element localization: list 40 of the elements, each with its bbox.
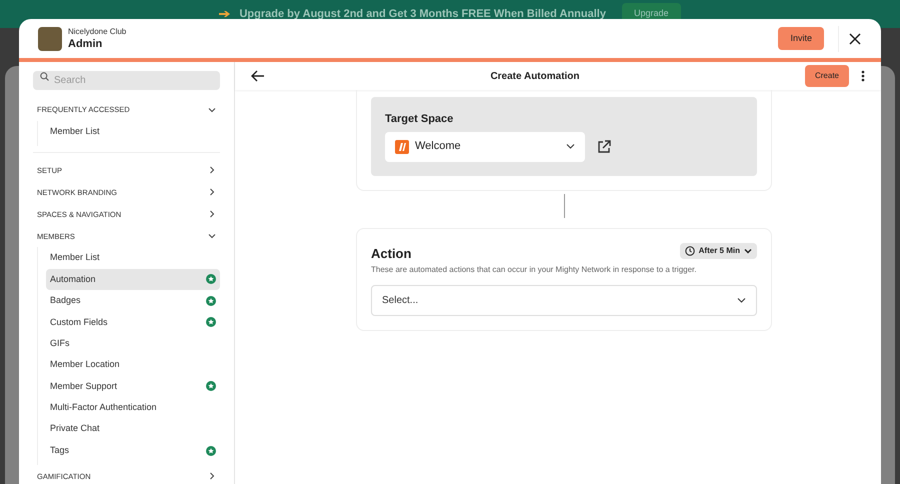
- search-field[interactable]: Search: [33, 71, 220, 90]
- chevron-down-icon: [208, 232, 216, 240]
- sidebar-item[interactable]: Multi-Factor Authentication: [46, 397, 220, 419]
- sidebar-item[interactable]: Tags: [46, 440, 220, 462]
- sidebar-item[interactable]: Member Location: [46, 354, 220, 376]
- space-select[interactable]: Welcome: [385, 132, 585, 162]
- chevron-down-icon: [208, 106, 216, 114]
- chevron-down-icon: [737, 298, 746, 303]
- banner-text: Upgrade by August 2nd and Get 3 Months FREE When Billed Annually: [239, 6, 606, 22]
- delay-dropdown[interactable]: After 5 Min: [680, 243, 757, 260]
- sidebar-item[interactable]: Custom Fields: [46, 312, 220, 333]
- action-select[interactable]: Select...: [371, 285, 757, 316]
- field-label: Target Space: [385, 112, 454, 127]
- chevron-down-icon: [566, 144, 575, 149]
- community-name: Nicelydone Club: [68, 26, 126, 36]
- clock-icon: [684, 246, 695, 256]
- external-link-icon[interactable]: [597, 140, 611, 154]
- space-logo-icon: [395, 140, 409, 154]
- chevron-right-icon: [208, 166, 216, 174]
- chevron-right-icon: [208, 210, 216, 218]
- page-title: Create Automation: [489, 70, 581, 84]
- close-icon[interactable]: [849, 32, 861, 44]
- invite-button[interactable]: Invite: [778, 26, 824, 50]
- modal-title: Admin: [68, 36, 104, 50]
- chevron-right-icon: [208, 188, 216, 196]
- sidebar-item[interactable]: Automation: [46, 268, 220, 290]
- sidebar-item[interactable]: Member Support: [46, 376, 220, 398]
- back-arrow-icon[interactable]: [251, 70, 265, 82]
- community-logo: [38, 26, 62, 50]
- sidebar-item[interactable]: GIFs: [46, 332, 220, 354]
- more-options-icon[interactable]: [861, 70, 865, 82]
- chevron-right-icon: [208, 472, 216, 480]
- sidebar-item[interactable]: Badges: [46, 290, 220, 312]
- create-button[interactable]: Create: [804, 65, 849, 87]
- chevron-down-icon: [744, 248, 752, 254]
- sidebar-item[interactable]: Private Chat: [46, 418, 220, 440]
- sidebar-item[interactable]: Member List: [46, 247, 220, 269]
- sidebar-item[interactable]: Member List: [46, 121, 220, 142]
- action-heading: Action: [371, 244, 412, 262]
- action-description: These are automated actions that can occur in your Mighty Network in response to a trigger.: [371, 264, 698, 276]
